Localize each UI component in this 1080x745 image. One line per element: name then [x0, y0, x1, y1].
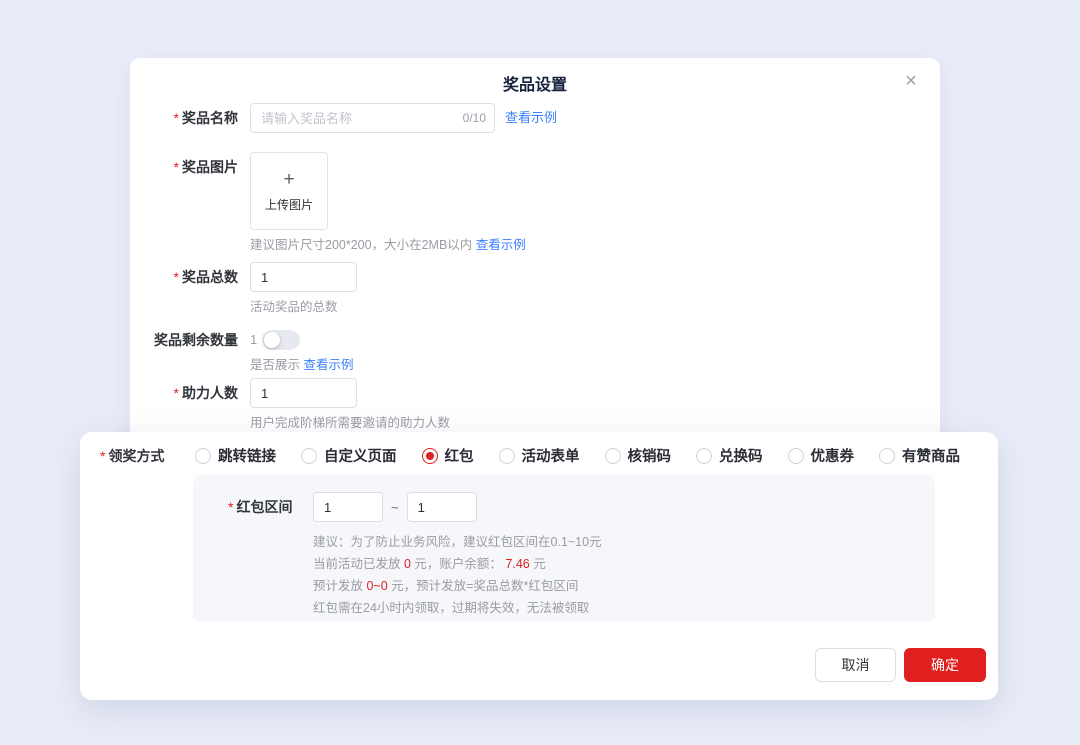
radio-option-custom-page[interactable]: 自定义页面 [301, 445, 397, 466]
hint-estimate: 预计发放 0~0 元，预计发放=奖品总数*红包区间 [313, 575, 935, 597]
prize-total-label: *奖品总数 [130, 262, 250, 292]
account-balance: 7.46 [505, 557, 529, 571]
helper-count-row: *助力人数 用户完成阶梯所需要邀请的助力人数 [130, 378, 940, 431]
upload-text: 上传图片 [265, 196, 313, 213]
radio-circle-icon [696, 448, 712, 464]
required-mark: * [174, 385, 179, 401]
hint-expiry: 红包需在24小时内领取，过期将失效，无法被领取 [313, 597, 935, 619]
radio-circle-icon [422, 448, 438, 464]
radio-circle-icon [301, 448, 317, 464]
red-packet-max-input[interactable] [407, 492, 477, 522]
plus-icon: + [283, 170, 294, 190]
radio-circle-icon [499, 448, 515, 464]
prize-name-row: *奖品名称 0/10 查看示例 [130, 103, 940, 133]
red-packet-min-input[interactable] [313, 492, 383, 522]
radio-option-red-packet[interactable]: 红包 [422, 445, 474, 466]
estimate-range: 0~0 [366, 579, 387, 593]
issued-amount: 0 [404, 557, 411, 571]
dialog-header: 奖品设置 × [130, 58, 940, 108]
prize-image-label: *奖品图片 [130, 152, 250, 182]
radio-option-jump-link[interactable]: 跳转链接 [195, 445, 276, 466]
prize-remaining-row: 奖品剩余数量 1 是否展示 查看示例 [130, 330, 940, 373]
show-remaining-toggle[interactable] [262, 330, 300, 350]
required-mark: * [100, 448, 105, 464]
prize-remaining-value: 1 [250, 330, 257, 350]
radio-option-coupon[interactable]: 优惠券 [788, 445, 855, 466]
radio-circle-icon [605, 448, 621, 464]
char-counter: 0/10 [463, 103, 486, 133]
claim-method-label: *领奖方式 [100, 446, 195, 466]
claim-method-panel: *领奖方式 跳转链接 自定义页面 红包 活动表单 核销码 [80, 432, 998, 700]
prize-total-hint: 活动奖品的总数 [250, 299, 338, 315]
upload-image-button[interactable]: + 上传图片 [250, 152, 328, 230]
prize-total-input[interactable] [250, 262, 357, 292]
prize-image-hint: 建议图片尺寸200*200，大小在2MB以内 查看示例 [250, 237, 526, 253]
close-icon: × [905, 70, 917, 93]
radio-option-verification-code[interactable]: 核销码 [605, 445, 672, 466]
toggle-knob [264, 332, 280, 348]
prize-remaining-label: 奖品剩余数量 [130, 330, 250, 350]
radio-option-youzan-goods[interactable]: 有赞商品 [879, 445, 960, 466]
helper-count-label: *助力人数 [130, 378, 250, 408]
radio-option-redeem-code[interactable]: 兑换码 [696, 445, 763, 466]
required-mark: * [228, 499, 233, 515]
close-button[interactable]: × [898, 68, 924, 94]
claim-method-options: 跳转链接 自定义页面 红包 活动表单 核销码 兑换码 [195, 445, 960, 466]
prize-image-example-link[interactable]: 查看示例 [476, 238, 526, 252]
red-packet-range-row: *红包区间 ~ [193, 475, 935, 522]
radio-circle-icon [195, 448, 211, 464]
prize-name-example-link[interactable]: 查看示例 [505, 103, 557, 133]
prize-total-row: *奖品总数 活动奖品的总数 [130, 262, 940, 315]
radio-circle-icon [788, 448, 804, 464]
radio-circle-icon [879, 448, 895, 464]
radio-option-activity-form[interactable]: 活动表单 [499, 445, 580, 466]
prize-name-label: *奖品名称 [130, 103, 250, 133]
red-packet-range-label: *红包区间 [228, 497, 313, 517]
dialog-title: 奖品设置 [503, 71, 567, 95]
prize-image-row: *奖品图片 + 上传图片 建议图片尺寸200*200，大小在2MB以内 查看示例 [130, 152, 940, 253]
red-packet-hints: 建议：为了防止业务风险，建议红包区间在0.1~10元 当前活动已发放 0 元，账… [313, 531, 935, 619]
hint-balance: 当前活动已发放 0 元，账户余额： 7.46 元 [313, 553, 935, 575]
helper-count-input[interactable] [250, 378, 357, 408]
red-packet-config-box: *红包区间 ~ 建议：为了防止业务风险，建议红包区间在0.1~10元 当前活动已… [193, 475, 935, 622]
range-separator: ~ [391, 500, 399, 515]
required-mark: * [174, 159, 179, 175]
cancel-button[interactable]: 取消 [815, 648, 896, 682]
prize-name-input[interactable] [250, 103, 495, 133]
required-mark: * [174, 110, 179, 126]
prize-remaining-hint: 是否展示 查看示例 [250, 357, 354, 373]
prize-remaining-example-link[interactable]: 查看示例 [304, 358, 354, 372]
claim-method-row: *领奖方式 跳转链接 自定义页面 红包 活动表单 核销码 [100, 445, 960, 466]
helper-count-hint: 用户完成阶梯所需要邀请的助力人数 [250, 415, 450, 431]
hint-suggestion: 建议：为了防止业务风险，建议红包区间在0.1~10元 [313, 531, 935, 553]
dialog-footer: 取消 确定 [815, 648, 986, 682]
confirm-button[interactable]: 确定 [904, 648, 986, 682]
required-mark: * [174, 269, 179, 285]
